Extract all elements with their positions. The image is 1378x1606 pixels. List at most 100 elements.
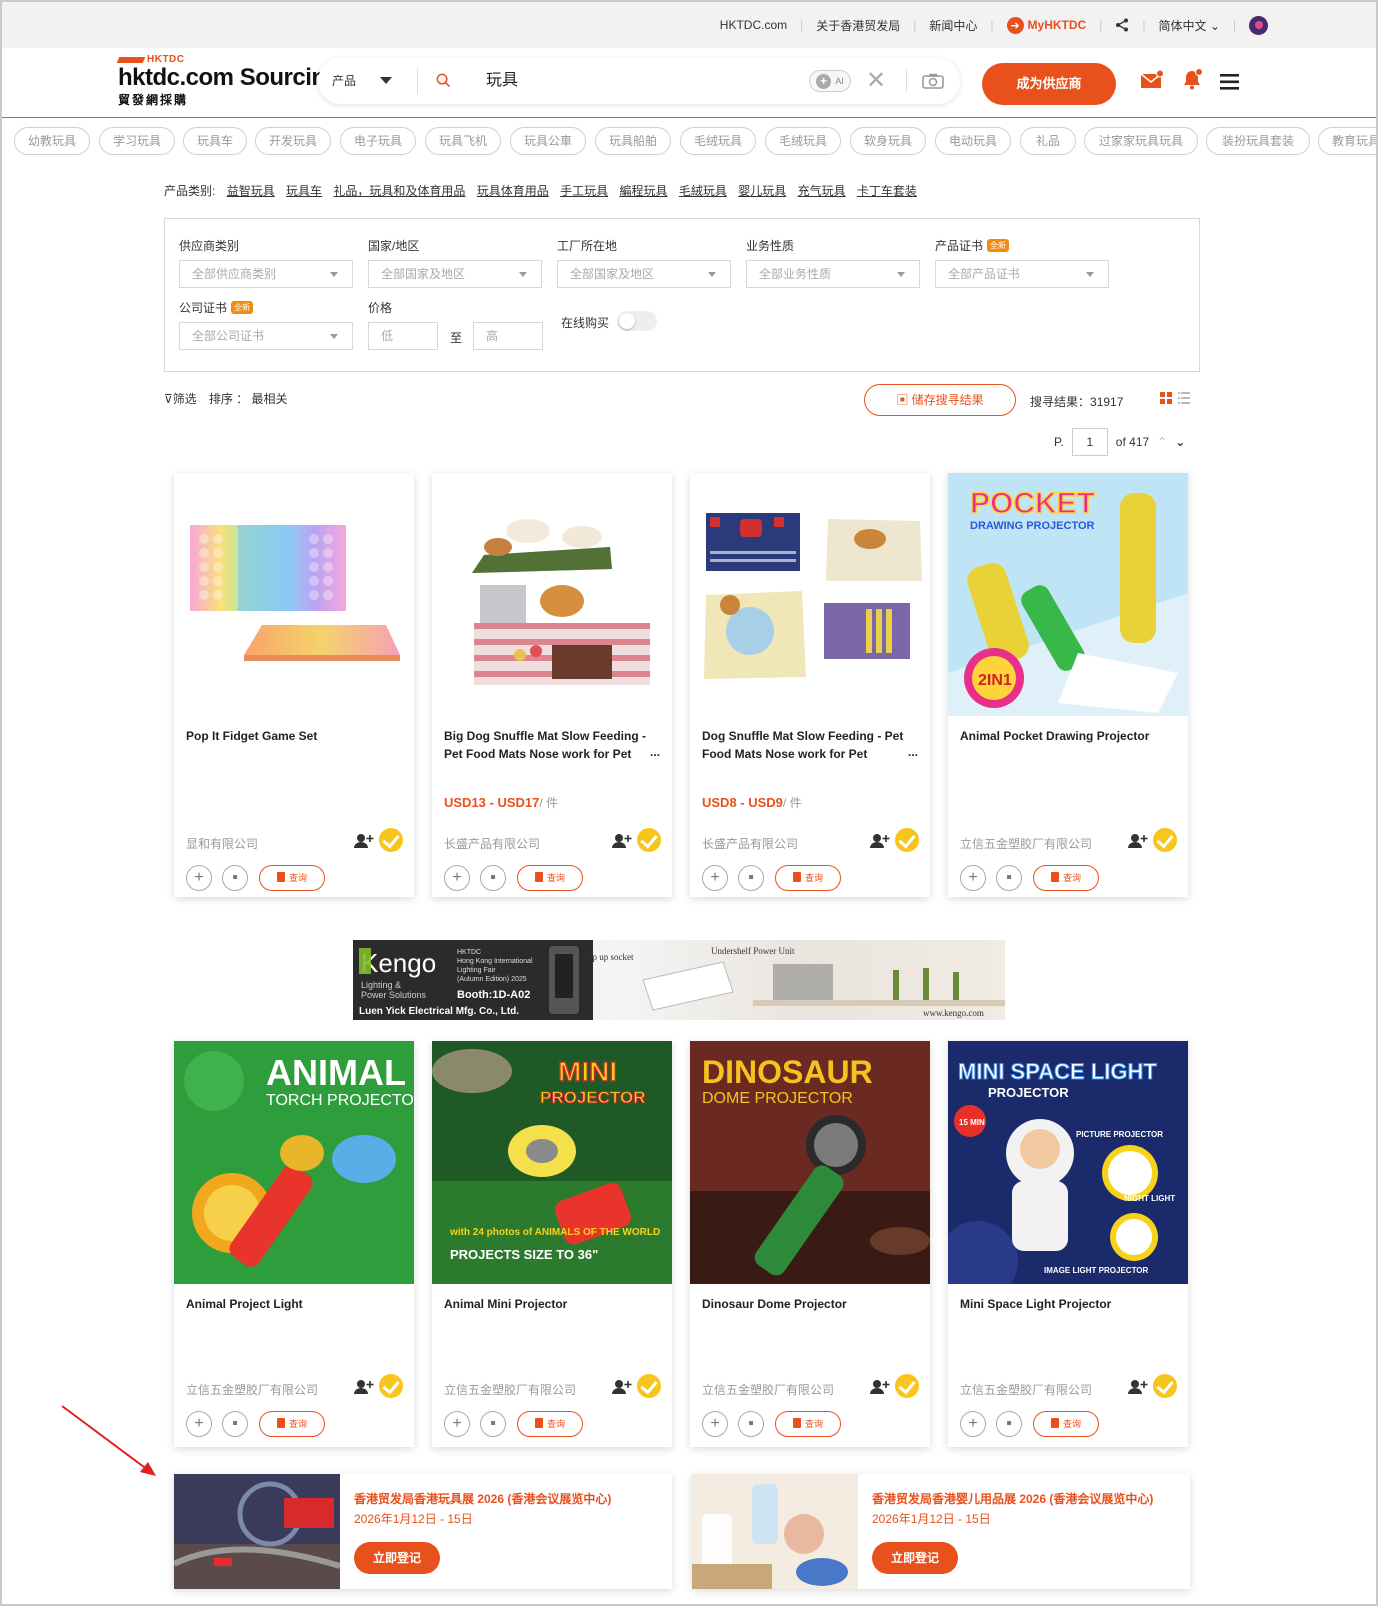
product-image[interactable]: ANIMAL TORCH PROJECTOR — [174, 1041, 414, 1284]
inquiry-button[interactable]: 查询 — [517, 1411, 583, 1437]
company-name[interactable]: 立信五金塑胶厂有限公司 — [960, 1381, 1092, 1398]
product-image[interactable]: POCKET DRAWING PROJECTOR 2IN1 — [948, 473, 1188, 716]
product-title[interactable]: Animal Project Light — [186, 1295, 400, 1313]
tag-chip[interactable]: 毛绒玩具 — [680, 127, 756, 155]
category-link[interactable]: 玩具体育用品 — [477, 184, 549, 198]
chat-button[interactable]: ▪ — [480, 1411, 506, 1437]
bell-icon[interactable] — [1180, 67, 1204, 91]
company-name[interactable]: 立信五金塑胶厂有限公司 — [702, 1381, 834, 1398]
tag-chip[interactable]: 过家家玩具玩具 — [1084, 127, 1198, 155]
caret-down-icon[interactable] — [380, 77, 392, 84]
follow-supplier-icon[interactable] — [1128, 1379, 1148, 1395]
camera-icon[interactable] — [922, 73, 944, 89]
product-image[interactable]: MINI PROJECTOR with 24 photos of ANIMALS… — [432, 1041, 672, 1284]
event-card[interactable]: 香港贸发局香港玩具展 2026 (香港会议展览中心) 2026年1月12日 - … — [174, 1474, 672, 1589]
product-cert-select[interactable]: 全部产品证书 — [935, 260, 1109, 288]
category-link[interactable]: 卡丁车套装 — [857, 184, 917, 198]
company-name[interactable]: 长盛产品有限公司 — [444, 835, 540, 852]
price-max-input[interactable]: 高 — [473, 322, 543, 350]
location-icon[interactable] — [1249, 15, 1268, 35]
category-link[interactable]: 玩具车 — [286, 184, 322, 198]
add-compare-button[interactable]: + — [960, 865, 986, 891]
category-link[interactable]: 充气玩具 — [798, 184, 846, 198]
logo[interactable]: HKTDC hktdc.com Sourcing 貿發網採購 — [116, 54, 340, 108]
chat-button[interactable]: ▪ — [738, 865, 764, 891]
product-title[interactable]: Dog Snuffle Mat Slow Feeding - Pet Food … — [702, 727, 916, 763]
product-card[interactable]: ANIMAL TORCH PROJECTOR Animal Project Li… — [174, 1041, 414, 1447]
add-compare-button[interactable]: + — [444, 865, 470, 891]
product-title[interactable]: Animal Mini Projector — [444, 1295, 658, 1313]
chat-button[interactable]: ▪ — [480, 865, 506, 891]
search-category-select[interactable]: 产品 — [332, 58, 356, 104]
register-button[interactable]: 立即登记 — [872, 1542, 958, 1574]
share-icon[interactable] — [1115, 18, 1129, 32]
chat-button[interactable]: ▪ — [222, 1411, 248, 1437]
add-compare-button[interactable]: + — [186, 1411, 212, 1437]
tag-chip[interactable]: 开发玩具 — [255, 127, 331, 155]
follow-supplier-icon[interactable] — [870, 1379, 890, 1395]
chat-button[interactable]: ▪ — [738, 1411, 764, 1437]
category-link[interactable]: 益智玩具 — [227, 184, 275, 198]
chat-button[interactable]: ▪ — [222, 865, 248, 891]
chevron-down-icon[interactable]: ⌄ — [1175, 435, 1185, 449]
tag-chip[interactable]: 电子玩具 — [340, 127, 416, 155]
chat-button[interactable]: ▪ — [996, 1411, 1022, 1437]
menu-icon[interactable] — [1220, 73, 1240, 91]
tag-chip[interactable]: 装扮玩具套装 — [1206, 127, 1310, 155]
tag-chip[interactable]: 软身玩具 — [850, 127, 926, 155]
list-view-icon[interactable] — [1178, 392, 1190, 404]
tag-chip[interactable]: 电动玩具 — [935, 127, 1011, 155]
inquiry-button[interactable]: 查询 — [775, 865, 841, 891]
link-hktdc-com[interactable]: HKTDC.com — [720, 18, 787, 32]
tag-chip[interactable]: 学习玩具 — [99, 127, 175, 155]
page-input[interactable]: 1 — [1071, 428, 1108, 456]
link-news[interactable]: 新闻中心 — [929, 17, 977, 34]
chevron-up-icon[interactable]: ⌃ — [1157, 435, 1167, 449]
event-card[interactable]: 香港贸发局香港婴儿用品展 2026 (香港会议展览中心) 2026年1月12日 … — [692, 1474, 1190, 1589]
product-title[interactable]: Mini Space Light Projector — [960, 1295, 1174, 1313]
add-compare-button[interactable]: + — [702, 865, 728, 891]
company-name[interactable]: 立信五金塑胶厂有限公司 — [960, 835, 1092, 852]
product-card[interactable]: MINI PROJECTOR with 24 photos of ANIMALS… — [432, 1041, 672, 1447]
my-hktdc-link[interactable]: ➜ MyHKTDC — [1006, 16, 1086, 34]
business-select[interactable]: 全部业务性质 — [746, 260, 920, 288]
add-compare-button[interactable]: + — [444, 1411, 470, 1437]
tag-chip[interactable]: 教育玩具 — [1318, 127, 1378, 155]
tag-chip[interactable]: 幼教玩具 — [14, 127, 90, 155]
tag-chip[interactable]: 玩具船舶 — [595, 127, 671, 155]
follow-supplier-icon[interactable] — [870, 833, 890, 849]
save-search-button[interactable]: ▣ 储存搜寻结果 — [864, 384, 1016, 416]
product-image[interactable] — [174, 473, 414, 716]
follow-supplier-icon[interactable] — [612, 1379, 632, 1395]
add-compare-button[interactable]: + — [960, 1411, 986, 1437]
inquiry-button[interactable]: 查询 — [259, 1411, 325, 1437]
chat-button[interactable]: ▪ — [996, 865, 1022, 891]
tag-chip[interactable]: 玩具公車 — [510, 127, 586, 155]
product-card[interactable]: DINOSAUR DOME PROJECTOR Dinosaur Dome Pr… — [690, 1041, 930, 1447]
product-image[interactable] — [432, 473, 672, 716]
add-compare-button[interactable]: + — [186, 865, 212, 891]
advertisement-banner[interactable]: Kengo Lighting & Power Solutions Luen Yi… — [353, 940, 1005, 1020]
tag-chip[interactable]: 礼品 — [1020, 127, 1076, 155]
clear-icon[interactable]: ✕ — [866, 68, 886, 94]
inquiry-button[interactable]: 查询 — [1033, 1411, 1099, 1437]
event-title[interactable]: 香港贸发局香港婴儿用品展 2026 (香港会议展览中心) — [872, 1490, 1153, 1507]
product-title[interactable]: Pop It Fidget Game Set — [186, 727, 400, 745]
category-link[interactable]: 礼品，玩具和及体育用品 — [333, 184, 465, 198]
filter-toggle[interactable]: ⊽筛选 — [164, 390, 197, 407]
category-link[interactable]: 毛絨玩具 — [679, 184, 727, 198]
product-image[interactable]: DINOSAUR DOME PROJECTOR — [690, 1041, 930, 1284]
follow-supplier-icon[interactable] — [354, 833, 374, 849]
product-card[interactable]: Big Dog Snuffle Mat Slow Feeding - Pet F… — [432, 473, 672, 897]
product-image[interactable] — [690, 473, 930, 716]
inquiry-button[interactable]: 查询 — [517, 865, 583, 891]
mail-icon[interactable] — [1140, 70, 1164, 90]
tag-chip[interactable]: 玩具飞机 — [425, 127, 501, 155]
inquiry-button[interactable]: 查询 — [259, 865, 325, 891]
follow-supplier-icon[interactable] — [1128, 833, 1148, 849]
country-select[interactable]: 全部国家及地区 — [368, 260, 542, 288]
become-supplier-button[interactable]: 成为供应商 — [982, 63, 1116, 105]
category-link[interactable]: 婴儿玩具 — [738, 184, 786, 198]
add-compare-button[interactable]: + — [702, 1411, 728, 1437]
event-image[interactable] — [692, 1474, 858, 1589]
